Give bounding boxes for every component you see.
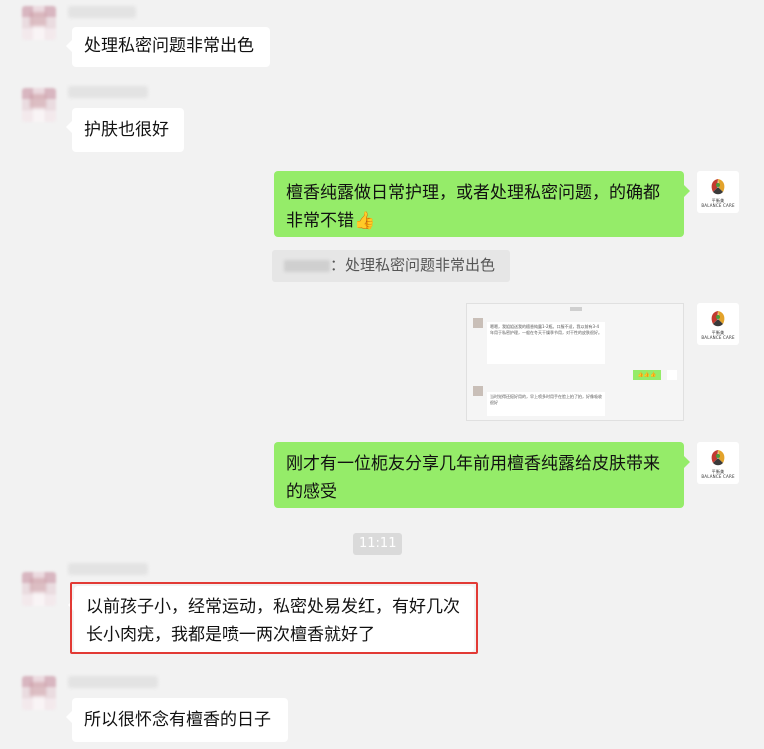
contact-name [68,563,148,575]
message-bubble[interactable]: 所以很怀念有檀香的日子 [66,698,288,742]
message-text: 护肤也很好 [84,120,169,140]
quoted-name-blur [284,259,330,272]
thumbnail-self-avatar [667,370,677,380]
contact-avatar[interactable] [22,88,56,122]
contact-avatar[interactable] [22,572,56,606]
self-avatar[interactable]: 平衡美 BALANCE CARE [697,171,739,213]
self-avatar[interactable]: 平衡美 BALANCE CARE [697,442,739,484]
timestamp-chip: 11:11 [353,533,403,555]
contact-avatar[interactable] [22,6,56,40]
thumbnail-message-1: 嗯嗯，我姐姐送我的檀香纯露1-2瓶。口服不适，我以前有3-4年用于私密护理，一般… [487,322,605,364]
message-text: 所以很怀念有檀香的日子 [84,710,271,730]
brand-name-en: BALANCE CARE [701,335,735,340]
message-text: 刚才有一位枙友分享几年前用檀香纯露给皮肤带来的感受 [286,454,660,502]
quoted-message[interactable]: ：处理私密问题非常出色 [272,250,510,282]
message-bubble[interactable]: 处理私密问题非常出色 [66,27,270,67]
chat-image-thumbnail[interactable]: 嗯嗯，我姐姐送我的檀香纯露1-2瓶。口服不适，我以前有3-4年用于私密护理，一般… [466,303,684,421]
contact-name [68,6,136,18]
thumbnail-avatar [473,318,483,328]
brand-name-en: BALANCE CARE [701,474,735,479]
thumbnail-avatar [473,386,483,396]
contact-name [68,86,148,98]
message-bubble[interactable]: 护肤也很好 [66,108,184,152]
thumbnail-message-2: 当时觉得还挺好用的，早上喷多时用手在脸上拍了拍，好像吸收很好 [487,392,605,416]
contact-name [68,676,158,688]
message-text: 处理私密问题非常出色 [84,36,254,56]
brand-logo-icon [711,450,725,466]
message-text: 檀香纯露做日常护理，或者处理私密问题，的确都非常不错 [286,183,660,231]
thumbnail-reply: 👍👍👍 [633,370,661,380]
thumbs-up-icon: 👍 [354,211,376,231]
brand-logo-icon [711,311,725,327]
self-avatar[interactable]: 平衡美 BALANCE CARE [697,303,739,345]
message-bubble-self[interactable]: 檀香纯露做日常护理，或者处理私密问题，的确都非常不错👍 [274,171,690,237]
contact-avatar[interactable] [22,676,56,710]
message-bubble-self[interactable]: 刚才有一位枙友分享几年前用檀香纯露给皮肤带来的感受 [274,442,690,508]
highlight-box [70,582,478,654]
thumbnail-header-bar [570,307,582,311]
quoted-text: ：处理私密问题非常出色 [330,256,496,274]
brand-name-en: BALANCE CARE [701,203,735,208]
brand-logo-icon [711,179,725,195]
